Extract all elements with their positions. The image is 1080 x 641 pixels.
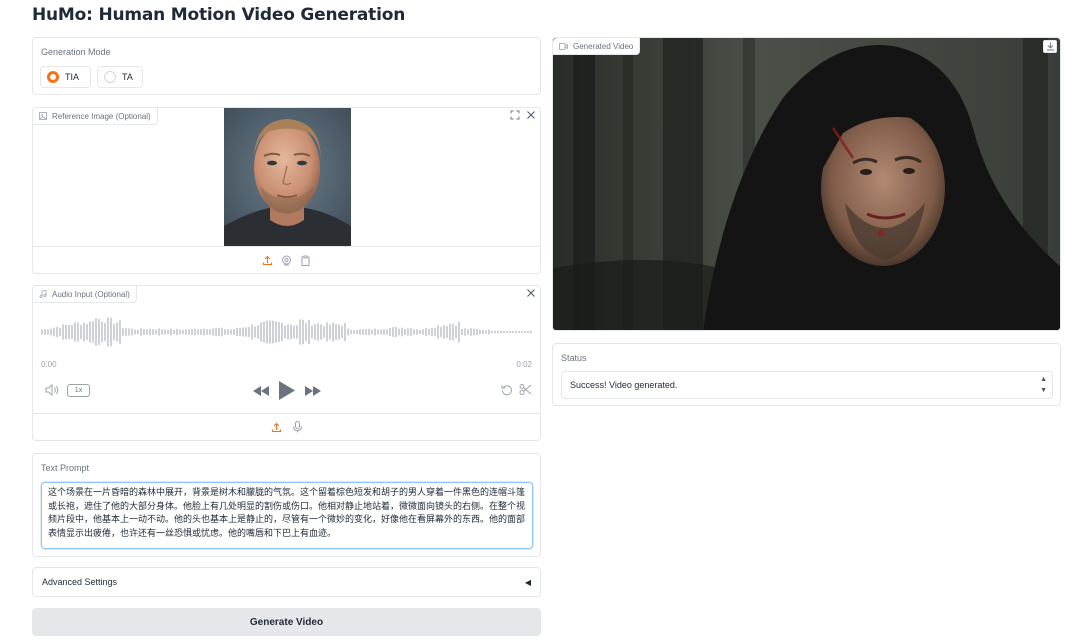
scroll-down-icon[interactable]: ▼ [1040, 387, 1047, 395]
download-icon[interactable] [1046, 42, 1055, 51]
webcam-icon[interactable] [281, 255, 292, 266]
download-button[interactable] [1043, 40, 1057, 53]
status-textbox[interactable]: Success! Video generated. ▲ ▼ [561, 371, 1053, 399]
generation-mode-group: Generation Mode TIA TA [32, 37, 541, 95]
audio-input-panel: Audio Input (Optional) 0:00 0:02 1x [32, 285, 541, 441]
playback-speed-label: 1x [74, 387, 83, 394]
page-title: HuMo: Human Motion Video Generation [32, 5, 406, 25]
generation-mode-label: Generation Mode [41, 47, 111, 57]
image-corner-icons [510, 110, 536, 120]
volume-icon[interactable] [45, 384, 61, 396]
music-note-icon [39, 290, 47, 298]
text-prompt-panel: Text Prompt 这个场景在一片昏暗的森林中展开，背景是树木和朦胧的气氛。… [32, 453, 541, 557]
video-frame[interactable] [553, 38, 1061, 331]
collapse-arrow-icon[interactable]: ◀ [525, 578, 531, 587]
microphone-icon[interactable] [292, 421, 303, 433]
upload-icon[interactable] [262, 255, 273, 266]
image-icon [39, 112, 47, 120]
skip-forward-icon[interactable] [305, 386, 321, 396]
clipboard-icon[interactable] [300, 255, 311, 266]
radio-ta-label: TA [122, 72, 133, 82]
text-prompt-label: Text Prompt [41, 463, 90, 473]
generated-video-tag: Generated Video [553, 38, 641, 55]
skip-backward-icon[interactable] [253, 386, 269, 396]
audio-time-start: 0:00 [41, 360, 57, 369]
play-icon[interactable] [279, 381, 295, 400]
scissors-icon[interactable] [519, 383, 532, 396]
status-label: Status [561, 353, 587, 363]
radio-ta[interactable]: TA [97, 66, 143, 88]
radio-tia[interactable]: TIA [40, 66, 91, 88]
video-icon [559, 42, 568, 50]
generate-video-button[interactable]: Generate Video [32, 608, 541, 636]
audio-waveform[interactable] [41, 313, 533, 351]
advanced-settings-accordion[interactable]: Advanced Settings ◀ [32, 567, 541, 597]
audio-time-end: 0:02 [516, 360, 532, 369]
status-scroll-arrows[interactable]: ▲ ▼ [1040, 376, 1047, 395]
playback-speed-button[interactable]: 1x [67, 384, 90, 397]
generated-video-label: Generated Video [573, 41, 634, 51]
generated-video-panel: Generated Video [552, 37, 1061, 331]
audio-input-label: Audio Input (Optional) [52, 289, 130, 299]
status-panel: Status Success! Video generated. ▲ ▼ [552, 343, 1061, 406]
scroll-up-icon[interactable]: ▲ [1040, 376, 1047, 384]
advanced-settings-label: Advanced Settings [42, 577, 118, 587]
audio-controls: 1x [33, 379, 540, 403]
reference-image-tag: Reference Image (Optional) [33, 108, 158, 125]
reference-image-panel: Reference Image (Optional) [32, 107, 541, 274]
reference-photo [224, 108, 351, 247]
fullscreen-icon[interactable] [510, 110, 520, 120]
radio-dot[interactable] [104, 71, 116, 83]
status-value: Success! Video generated. [570, 380, 678, 390]
close-icon[interactable] [526, 288, 536, 298]
image-source-toolbar [33, 246, 540, 273]
upload-icon[interactable] [271, 422, 282, 433]
close-icon[interactable] [526, 110, 536, 120]
reset-icon[interactable] [501, 384, 513, 396]
audio-input-tag: Audio Input (Optional) [33, 286, 137, 303]
audio-corner-icons [526, 288, 536, 298]
radio-dot-checked[interactable] [47, 71, 59, 83]
radio-tia-label: TIA [65, 72, 80, 82]
audio-source-toolbar [33, 413, 540, 440]
reference-image-label: Reference Image (Optional) [52, 111, 151, 121]
text-prompt-input[interactable]: 这个场景在一片昏暗的森林中展开，背景是树木和朦胧的气氛。这个留着棕色短发和胡子的… [41, 482, 533, 549]
